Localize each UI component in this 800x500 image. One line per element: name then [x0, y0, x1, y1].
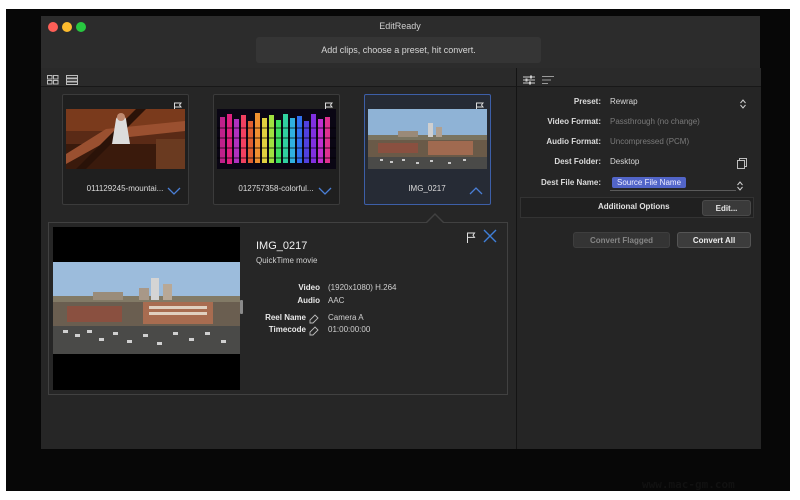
timecode-label: Timecode: [268, 325, 306, 334]
preset-value: Rewrap: [610, 97, 638, 106]
additional-options-label: Additional Options: [598, 202, 670, 211]
sliders-icon[interactable]: [523, 72, 535, 85]
chevron-down-icon[interactable]: [318, 183, 332, 195]
audio-value: AAC: [328, 296, 345, 305]
minimize-window-button[interactable]: [62, 22, 72, 32]
video-format-label: Video Format:: [547, 117, 601, 126]
edit-options-button[interactable]: Edit...: [702, 200, 751, 216]
clip-name: 011129245-mountai...: [86, 184, 164, 193]
watermark: www.mac-gm.com: [642, 478, 735, 491]
video-format-value: Passthrough (no change): [610, 117, 700, 126]
convert-flagged-button[interactable]: Convert Flagged: [573, 232, 670, 248]
tag-edit-icon[interactable]: [309, 323, 319, 336]
tag-edit-icon[interactable]: [309, 311, 319, 324]
reel-name-value: Camera A: [328, 313, 364, 322]
convert-all-button[interactable]: Convert All: [677, 232, 751, 248]
list-view-icon[interactable]: [66, 72, 78, 85]
clip-name: IMG_0217: [408, 184, 446, 193]
clip-card[interactable]: 011129245-mountai...: [62, 94, 189, 205]
detail-clip-format: QuickTime movie: [256, 256, 318, 265]
preview-frame: [53, 262, 240, 354]
dest-folder-label: Dest Folder:: [554, 157, 601, 166]
chevron-up-icon[interactable]: [469, 183, 483, 195]
timecode-value: 01:00:00:00: [328, 325, 371, 334]
dest-file-name-label: Dest File Name:: [540, 178, 601, 187]
source-file-name-token[interactable]: Source File Name: [612, 177, 687, 188]
preset-label: Preset:: [573, 97, 601, 106]
video-value: (1920x1080) H.264: [328, 283, 397, 292]
reel-name-label: Reel Name: [265, 313, 306, 322]
clip-name: 012757358-colorful...: [238, 184, 314, 193]
audio-format-label: Audio Format:: [546, 137, 601, 146]
dest-file-name-field[interactable]: Source File Name: [610, 177, 736, 191]
clip-toolbar: [41, 68, 516, 87]
close-window-button[interactable]: [48, 22, 58, 32]
instruction-banner: Add clips, choose a preset, hit convert.: [256, 37, 541, 63]
audio-format-value: Uncompressed (PCM): [610, 137, 690, 146]
flag-icon[interactable]: [173, 99, 183, 112]
stepper-arrows-icon: [740, 96, 746, 109]
flag-icon[interactable]: [324, 99, 334, 112]
window-title: EditReady: [379, 21, 421, 31]
clip-thumbnail: [368, 109, 487, 169]
video-label: Video: [298, 283, 320, 292]
folder-browse-icon[interactable]: [737, 156, 747, 169]
stepper-arrows-icon[interactable]: [737, 178, 743, 191]
grid-view-icon[interactable]: [47, 72, 59, 85]
audio-label: Audio: [297, 296, 320, 305]
clip-card[interactable]: 012757358-colorful...: [213, 94, 340, 205]
detail-clip-name: IMG_0217: [256, 240, 308, 252]
dest-folder-value: Desktop: [610, 157, 640, 166]
clip-thumbnail: [66, 109, 185, 169]
preset-select[interactable]: Rewrap: [608, 94, 748, 109]
scrub-handle[interactable]: [240, 300, 243, 314]
zoom-window-button[interactable]: [76, 22, 86, 32]
clip-thumbnail: [217, 109, 336, 169]
clip-card-selected[interactable]: IMG_0217: [364, 94, 491, 205]
chevron-down-icon[interactable]: [167, 183, 181, 195]
flag-icon[interactable]: [466, 230, 476, 243]
sort-lines-icon[interactable]: [542, 72, 554, 84]
popover-pointer-fill: [426, 215, 444, 224]
flag-icon[interactable]: [475, 99, 485, 112]
close-icon[interactable]: [483, 229, 497, 243]
